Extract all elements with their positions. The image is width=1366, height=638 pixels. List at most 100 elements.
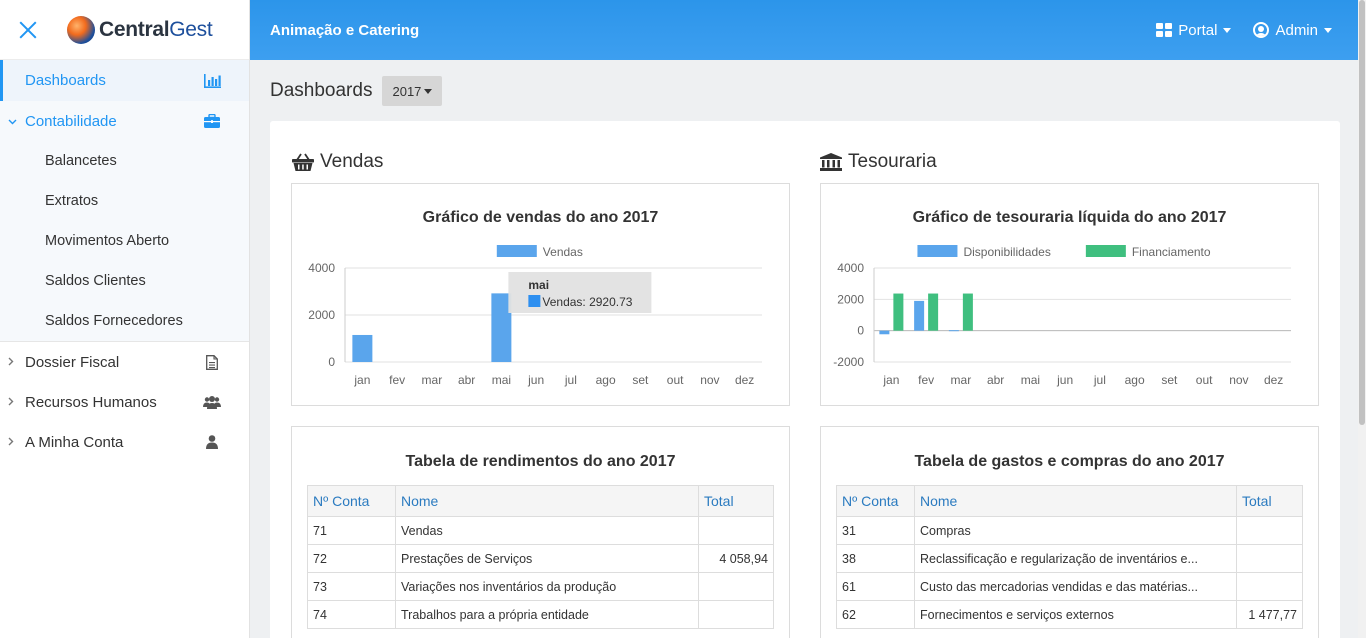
column-header-conta[interactable]: Nº Conta — [836, 485, 915, 517]
cell-conta: 72 — [307, 544, 396, 573]
portal-label: Portal — [1178, 21, 1218, 39]
cell-total — [1236, 516, 1303, 545]
y-tick-label: 2000 — [308, 308, 335, 322]
cell-nome: Vendas — [395, 516, 699, 545]
chart-tooltip: mai Vendas: 2920.73 — [508, 272, 652, 313]
sidebar-subitem-extratos[interactable]: Extratos — [0, 181, 249, 221]
y-tick-label: 4000 — [308, 261, 335, 275]
user-icon — [203, 433, 221, 451]
tesouraria-chart[interactable]: Gráfico de tesouraria líquida do ano 201… — [821, 184, 1318, 405]
cell-conta: 71 — [307, 516, 396, 545]
x-tick-label: dez — [1264, 373, 1283, 387]
column-header-nome[interactable]: Nome — [395, 485, 699, 517]
table-row[interactable]: 31 Compras — [836, 516, 1303, 545]
y-tick-label: 0 — [857, 324, 864, 338]
table-row[interactable]: 61 Custo das mercadorias vendidas e das m… — [836, 572, 1303, 601]
bar-chart-icon — [203, 72, 221, 90]
sidebar-subitem-balancetes[interactable]: Balancetes — [0, 141, 249, 181]
column-header-total[interactable]: Total — [1236, 485, 1303, 517]
year-select-value: 2017 — [392, 83, 422, 99]
sidebar-item-contabilidade[interactable]: Contabilidade — [0, 101, 249, 141]
logo[interactable]: CentralGest — [67, 15, 213, 44]
vendas-chart[interactable]: Gráfico de vendas do ano 2017 Vendas 0 2000… — [292, 184, 789, 405]
document-icon — [203, 353, 221, 371]
table-row[interactable]: 38 Reclassificação e regularização de inv… — [836, 544, 1303, 573]
legend-swatch-0 — [917, 245, 958, 257]
logo-globe-icon — [67, 15, 95, 44]
legend-label-0: Disponibilidades — [963, 245, 1050, 259]
gastos-table-card: Tabela de gastos e compras do ano 2017 N… — [820, 426, 1319, 638]
table-row[interactable]: 73 Variações nos inventários da produção — [307, 572, 774, 601]
x-tick-label: jan — [882, 373, 899, 387]
table-header-row: Nº Conta Nome Total — [836, 485, 1303, 517]
year-select[interactable]: 2017 — [382, 76, 443, 106]
caret-down-icon — [424, 88, 433, 94]
bar-financiamento-mar — [962, 293, 973, 331]
page-title: Dashboards — [270, 80, 373, 101]
sidebar: CentralGest Dashboards Contabilidade Bal… — [0, 0, 250, 638]
x-tick-label: out — [1196, 373, 1213, 387]
cell-conta: 38 — [836, 544, 915, 573]
table-header-row: Nº Conta Nome Total — [307, 485, 774, 517]
scrollbar[interactable] — [1358, 0, 1366, 638]
admin-menu[interactable]: Admin — [1253, 22, 1332, 39]
x-tick-label: jun — [1056, 373, 1073, 387]
cell-total — [698, 516, 774, 545]
sidebar-subitem-movimentos-aberto[interactable]: Movimentos Aberto — [0, 221, 249, 261]
x-tick-label: fev — [389, 373, 405, 387]
x-tick-label: ago — [1125, 373, 1145, 387]
grid-icon — [1156, 23, 1173, 37]
cell-nome: Reclassificação e regularização de inven… — [914, 544, 1237, 573]
cell-nome: Custo das mercadorias vendidas e das mat… — [914, 572, 1237, 601]
column-header-total[interactable]: Total — [698, 485, 774, 517]
user-circle-icon — [1253, 22, 1270, 38]
table-row[interactable]: 62 Fornecimentos e serviços externos 1 477… — [836, 600, 1303, 629]
scrollbar-thumb[interactable] — [1359, 0, 1365, 425]
x-tick-label: nov — [1229, 373, 1248, 387]
sidebar-subitem-saldos-clientes[interactable]: Saldos Clientes — [0, 261, 249, 301]
topbar: Animação e Catering Portal Admin — [250, 0, 1358, 60]
table-row[interactable]: 71 Vendas — [307, 516, 774, 545]
sidebar-item-a-minha-conta[interactable]: A Minha Conta — [0, 422, 249, 462]
bar-vendas-jan — [352, 334, 373, 362]
x-tick-label: mai — [1021, 373, 1040, 387]
gastos-table-title: Tabela de gastos e compras do ano 2017 — [914, 453, 1225, 470]
cell-total — [698, 572, 774, 601]
section-title-tesouraria: Tesouraria — [820, 151, 937, 173]
cell-nome: Prestações de Serviços — [395, 544, 699, 573]
table-row[interactable]: 74 Trabalhos para a própria entidade — [307, 600, 774, 629]
sidebar-subitem-saldos-fornecedores[interactable]: Saldos Fornecedores — [0, 301, 249, 341]
y-tick-label: 4000 — [837, 261, 864, 275]
y-tick-label: 0 — [328, 355, 335, 369]
legend-swatch-1 — [1085, 245, 1126, 257]
section-title-text: Tesouraria — [848, 151, 937, 172]
gastos-table: Nº Conta Nome Total 31 Compras 38 Reclassi… — [836, 485, 1303, 629]
x-tick-label: abr — [987, 373, 1004, 387]
portal-menu[interactable]: Portal — [1156, 21, 1232, 39]
sidebar-item-recursos-humanos[interactable]: Recursos Humanos — [0, 382, 249, 422]
tesouraria-chart-card: Gráfico de tesouraria líquida do ano 201… — [820, 183, 1319, 406]
rendimentos-table-card: Tabela de rendimentos do ano 2017 Nº Con… — [291, 426, 790, 638]
briefcase-icon — [203, 112, 221, 130]
column-header-conta[interactable]: Nº Conta — [307, 485, 396, 517]
cell-nome: Compras — [914, 516, 1237, 545]
page-header: Dashboards 2017 — [270, 76, 443, 106]
x-tick-label: mai — [492, 373, 511, 387]
dashboard-panel: Vendas Tesouraria Gráfico de vendas do a… — [270, 121, 1340, 638]
bar-disponibilidades-fev — [914, 300, 925, 331]
cell-conta: 74 — [307, 600, 396, 629]
logo-text: CentralGest — [99, 17, 213, 41]
sidebar-item-dashboards[interactable]: Dashboards — [0, 60, 249, 101]
x-tick-label: set — [632, 373, 649, 387]
column-header-nome[interactable]: Nome — [914, 485, 1237, 517]
close-icon[interactable] — [16, 18, 40, 42]
users-icon — [203, 393, 221, 411]
table-row[interactable]: 72 Prestações de Serviços 4 058,94 — [307, 544, 774, 573]
sidebar-item-dossier-fiscal[interactable]: Dossier Fiscal — [0, 342, 249, 382]
x-tick-label: fev — [918, 373, 934, 387]
sidebar-item-label: A Minha Conta — [25, 433, 124, 451]
cell-conta: 31 — [836, 516, 915, 545]
vendas-chart-card: Gráfico de vendas do ano 2017 Vendas 0 2000… — [291, 183, 790, 406]
cell-total — [1236, 572, 1303, 601]
brand-bar: CentralGest — [0, 0, 249, 60]
